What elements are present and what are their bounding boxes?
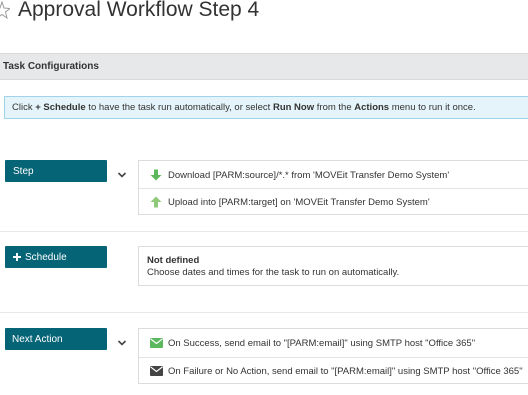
schedule-status-description: Choose dates and times for the task to r… bbox=[147, 267, 400, 278]
step-panel: Download [PARM:source]/*.* from 'MOVEit … bbox=[138, 160, 528, 215]
envelope-green-icon bbox=[150, 338, 163, 348]
plus-icon bbox=[13, 253, 21, 261]
step-item-upload[interactable]: Upload into [PARM:target] on 'MOVEit Tra… bbox=[139, 189, 528, 215]
arrow-down-icon bbox=[150, 169, 162, 181]
info-text-part: Click bbox=[12, 102, 36, 113]
next-action-button-label: Next Action bbox=[12, 334, 63, 345]
info-banner: Click + Schedule to have the task run au… bbox=[4, 96, 528, 119]
favorite-star-icon[interactable] bbox=[0, 1, 10, 19]
step-item-download[interactable]: Download [PARM:source]/*.* from 'MOVEit … bbox=[139, 162, 528, 188]
next-action-item-success[interactable]: On Success, send email to "[PARM:email]"… bbox=[139, 330, 528, 356]
info-run-now-emphasis: Run Now bbox=[272, 102, 315, 113]
info-text-part: to have the task run automatically, or s… bbox=[85, 102, 273, 113]
envelope-dark-icon bbox=[150, 366, 163, 376]
step-item-text: Upload into [PARM:target] on 'MOVEit Tra… bbox=[168, 197, 430, 208]
title-row: Approval Workflow Step 4 bbox=[0, 0, 528, 26]
info-text-part: from the bbox=[314, 102, 355, 113]
next-action-item-text: On Success, send email to "[PARM:email]"… bbox=[168, 338, 476, 349]
schedule-button-label: Schedule bbox=[25, 252, 67, 263]
chevron-down-icon[interactable] bbox=[117, 339, 127, 347]
next-action-panel: On Success, send email to "[PARM:email]"… bbox=[138, 328, 528, 384]
next-action-item-text: On Failure or No Action, send email to "… bbox=[168, 366, 523, 377]
step-button[interactable]: Step bbox=[5, 160, 107, 182]
page-title: Approval Workflow Step 4 bbox=[18, 0, 260, 21]
info-text: Click + Schedule to have the task run au… bbox=[12, 102, 476, 113]
schedule-status-title: Not defined bbox=[147, 255, 200, 266]
info-actions-emphasis: Actions bbox=[354, 102, 390, 113]
info-text-part: menu to run it once. bbox=[389, 102, 476, 113]
divider bbox=[0, 231, 528, 232]
divider bbox=[0, 312, 528, 313]
arrow-up-icon bbox=[150, 196, 162, 208]
chevron-down-icon[interactable] bbox=[117, 171, 127, 179]
add-schedule-button[interactable]: Schedule bbox=[5, 246, 107, 268]
step-button-label: Step bbox=[13, 166, 34, 177]
step-item-text: Download [PARM:source]/*.* from 'MOVEit … bbox=[168, 170, 450, 181]
task-configurations-header: Task Configurations bbox=[0, 53, 528, 80]
info-schedule-emphasis: + Schedule bbox=[35, 102, 86, 113]
schedule-panel: Not defined Choose dates and times for t… bbox=[138, 246, 528, 286]
next-action-item-failure[interactable]: On Failure or No Action, send email to "… bbox=[139, 358, 528, 384]
section-header-label: Task Configurations bbox=[3, 61, 99, 72]
next-action-button[interactable]: Next Action bbox=[5, 328, 107, 350]
